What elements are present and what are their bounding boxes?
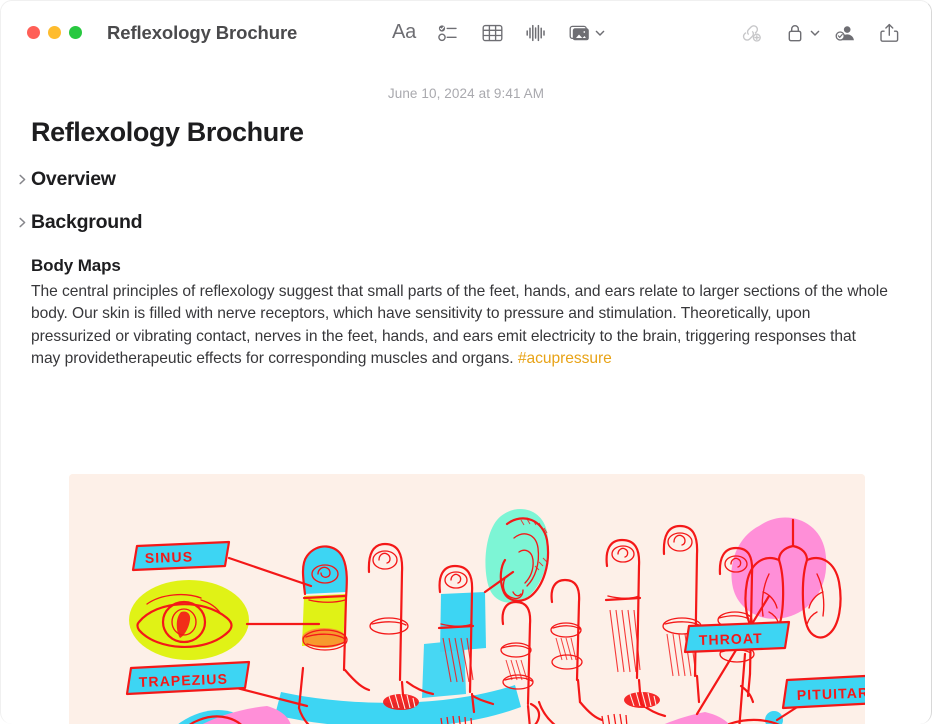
label-trapezius-text: TRAPEZIUS [139,671,229,690]
table-button[interactable] [470,15,514,51]
minimize-button[interactable] [48,26,61,39]
maximize-button[interactable] [69,26,82,39]
label-throat: THROAT [683,620,791,654]
label-pituitary: PITUITARY [781,674,865,710]
collapsed-section-label: Background [31,211,143,233]
audio-recording-button[interactable] [514,15,558,51]
share-icon [879,22,900,44]
hashtag-link[interactable]: #acupressure [518,350,612,367]
toolbar-center-group: Aa [382,15,608,51]
person-badge-icon [833,22,857,44]
share-button[interactable] [867,15,911,51]
label-pituitary-text: PITUITARY [797,684,865,703]
notes-window: Reflexology Brochure Aa June 10, 2024 at… [0,0,932,724]
waveform-icon [524,22,548,44]
chevron-right-icon[interactable] [13,173,31,186]
chevron-right-icon[interactable] [13,216,31,229]
window-toolbar: Reflexology Brochure Aa [1,1,931,64]
lock-icon [785,22,805,44]
format-text-label: Aa [391,21,417,43]
photos-icon [568,22,593,44]
traffic-light-controls [27,26,82,39]
lock-button-group[interactable] [773,15,823,51]
close-button[interactable] [27,26,40,39]
format-text-button[interactable]: Aa [382,15,426,51]
collapsed-section-overview[interactable]: Overview [13,168,901,191]
window-title: Reflexology Brochure [107,21,298,43]
note-title: Reflexology Brochure [31,117,304,147]
reflexology-illustration-svg: .ink { stroke:#F41818; fill:none; stroke… [69,474,865,724]
media-chevron-down-icon[interactable] [594,27,606,39]
toolbar-right-group [729,15,911,51]
checklist-icon [437,22,459,44]
checklist-button[interactable] [426,15,470,51]
collapsed-section-background[interactable]: Background [13,211,901,234]
section-paragraph: The central principles of reflexology su… [31,281,889,370]
section-heading-body-maps: Body Maps [31,256,121,275]
paragraph-text: The central principles of reflexology su… [31,283,888,367]
reflexology-hands-image[interactable]: .ink { stroke:#F41818; fill:none; stroke… [69,474,865,724]
note-date: June 10, 2024 at 9:41 AM [387,86,545,101]
collapsed-section-label: Overview [31,168,116,190]
table-icon [481,22,504,44]
lock-chevron-down-icon[interactable] [809,27,821,39]
label-sinus: SINUS [131,540,231,572]
note-document[interactable]: June 10, 2024 at 9:41 AM Reflexology Bro… [1,64,931,724]
collaborate-button[interactable] [823,15,867,51]
add-link-button[interactable] [729,15,773,51]
link-add-icon [739,22,763,44]
media-button-group[interactable] [558,15,608,51]
label-trapezius: TRAPEZIUS [125,660,251,696]
label-throat-text: THROAT [699,630,763,648]
label-sinus-text: SINUS [145,548,194,566]
